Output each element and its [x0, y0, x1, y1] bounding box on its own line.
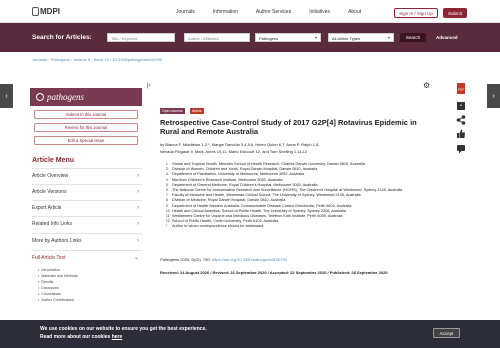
toc-label: Discussion	[41, 286, 59, 290]
citation-journal: Pathogens	[160, 257, 180, 262]
top-bar: MDPI Journals Information Author Service…	[0, 0, 500, 23]
open-access-badge: Open Access	[160, 108, 185, 114]
share-icon[interactable]	[455, 114, 467, 126]
chevron-right-icon: ›	[137, 237, 139, 244]
citation: Pathogens 2020, 9(10), 790; https://doi.…	[160, 257, 287, 262]
title-keyword-input[interactable]: Title / Keyword	[107, 33, 175, 42]
article-title: Retrospective Case-Control Study of 2017…	[160, 118, 417, 136]
next-article-arrow[interactable]: ›	[487, 84, 500, 108]
doi-link[interactable]: https://doi.org/10.3390/pathogens9100790	[212, 257, 287, 262]
menu-related-info[interactable]: Related Info Links ›	[32, 216, 142, 230]
menu-full-article-text[interactable]: Full Article Text ⌄	[32, 250, 142, 264]
menu-article-overview[interactable]: Article Overview ›	[32, 168, 142, 182]
menu-export-article[interactable]: Export Article ›	[32, 200, 142, 214]
article-menu-title: Article Menu	[32, 157, 75, 164]
author-affiliation-input[interactable]: Author / Affiliation	[184, 33, 250, 42]
search-bar: Search for Articles: Title / Keyword Aut…	[0, 23, 500, 52]
article-type-badge: Article	[190, 108, 204, 114]
toc-results[interactable]: • Results	[38, 279, 53, 284]
nav-information[interactable]: Information	[213, 9, 238, 15]
toc-author-contributions[interactable]: • Author Contributions	[38, 297, 74, 302]
chevron-right-icon: ›	[137, 204, 139, 211]
chevron-right-icon: ›	[137, 220, 139, 227]
nav-journals[interactable]: Journals	[176, 9, 195, 15]
breadcrumb-pathogens[interactable]: Pathogens	[51, 57, 70, 62]
prev-article-arrow[interactable]: ‹	[0, 84, 13, 108]
cookie-banner: We use cookies on our website to ensure …	[0, 320, 500, 348]
nav-initiatives[interactable]: Initiatives	[309, 9, 330, 15]
menu-label: Export Article	[32, 204, 62, 211]
citation-volume: 2020, 9(10), 790;	[179, 257, 212, 262]
svg-text:“: “	[460, 104, 463, 111]
chevron-down-icon: ⌄	[133, 255, 139, 261]
advanced-search-link[interactable]: Advanced	[436, 35, 458, 40]
cookie-more-text: Read more about our cookies	[40, 334, 112, 340]
breadcrumb-issue[interactable]: Issue 10	[94, 57, 109, 62]
search-label: Search for Articles:	[32, 34, 92, 41]
accept-cookies-button[interactable]: Accept	[433, 328, 460, 338]
edit-special-issue-button[interactable]: Edit a Special Issue	[34, 136, 138, 145]
toc-label: Introduction	[41, 268, 61, 272]
submit-to-journal-button[interactable]: Submit to this Journal	[34, 110, 138, 119]
gear-icon[interactable]: ⚙	[423, 81, 430, 90]
breadcrumb-journals[interactable]: Journals	[32, 57, 47, 62]
toc-discussion[interactable]: • Discussion	[38, 285, 59, 290]
authors-line-2[interactable]: Nevada Pingault 9, Mark Jones 10,11, Mar…	[160, 149, 432, 156]
journal-logo[interactable]: pathogens	[30, 88, 142, 106]
toc-introduction[interactable]: • Introduction	[38, 267, 60, 272]
affiliation-row: * Author to whom correspondence should be…	[166, 224, 436, 229]
nav-author-services[interactable]: Author Services	[256, 9, 291, 15]
author-list: by Bianca F. Middleton 1,2,*, Margie Dan…	[160, 142, 432, 155]
breadcrumb: Journals › Pathogens › Volume 9 › Issue …	[32, 57, 163, 62]
menu-label: Article Overview	[32, 172, 69, 179]
menu-more-by-authors[interactable]: More by Authors Links ›	[32, 233, 142, 247]
thumbs-up-icon[interactable]	[455, 128, 467, 140]
breadcrumb-volume[interactable]: Volume 9	[73, 57, 90, 62]
logo-text: MDPI	[40, 6, 60, 16]
toc-label: Conclusions	[41, 292, 61, 296]
menu-label: Article Versions	[32, 188, 67, 195]
menu-article-versions[interactable]: Article Versions ›	[32, 184, 142, 198]
pdf-icon[interactable]: PDF	[455, 82, 467, 94]
toc-materials-methods[interactable]: • Materials and Methods	[38, 273, 78, 278]
cookie-more: Read more about our cookies here	[40, 334, 122, 340]
cookie-more-link[interactable]: here	[112, 334, 123, 340]
cookie-message: We use cookies on our website to ensure …	[40, 326, 207, 332]
mdpi-logo[interactable]: MDPI	[32, 5, 60, 17]
comment-icon[interactable]	[455, 143, 467, 155]
journal-select-value: Pathogens	[259, 36, 279, 41]
main-nav: Journals Information Author Services Ini…	[176, 9, 361, 15]
review-for-journal-button[interactable]: Review for this Journal	[34, 123, 138, 132]
menu-label: More by Authors Links	[32, 237, 82, 244]
svg-text:PDF: PDF	[458, 87, 464, 91]
nav-about[interactable]: About	[348, 9, 361, 15]
toc-label: Results	[41, 280, 54, 284]
toc-label: Author Contributions	[41, 298, 75, 302]
search-button[interactable]: Search	[400, 33, 426, 42]
sign-in-button[interactable]: Sign In / Sign Up	[394, 8, 438, 18]
toc-conclusions[interactable]: • Conclusions	[38, 291, 61, 296]
journal-name: pathogens	[47, 92, 84, 102]
journal-select[interactable]: Pathogens ▾	[255, 33, 321, 42]
mdpi-logo-icon	[32, 6, 39, 16]
first-page-icon[interactable]: |‹	[147, 83, 151, 89]
article-type-select[interactable]: All Article Types ▾	[328, 33, 394, 42]
chevron-right-icon: ›	[137, 188, 139, 195]
chevron-down-icon: ▾	[387, 35, 390, 40]
toc-label: Materials and Methods	[41, 274, 78, 278]
submit-button[interactable]: Submit	[443, 8, 467, 18]
chevron-down-icon: ▾	[314, 35, 317, 40]
affiliations: 1 Global and Tropical Health, Menzies Sch…	[166, 162, 436, 230]
menu-label: Full Article Text	[32, 254, 66, 261]
publication-dates: Received: 24 August 2020 / Revised: 22 S…	[160, 270, 388, 275]
article-type-value: All Article Types	[332, 36, 361, 41]
affiliation-text: Author to whom correspondence should be …	[172, 224, 265, 229]
cite-icon[interactable]: “	[455, 100, 467, 112]
pathogens-logo-icon	[36, 93, 44, 101]
breadcrumb-doi[interactable]: 10.3390/pathogens9100790	[112, 57, 162, 62]
chevron-right-icon: ›	[137, 172, 139, 179]
menu-label: Related Info Links	[32, 220, 73, 227]
